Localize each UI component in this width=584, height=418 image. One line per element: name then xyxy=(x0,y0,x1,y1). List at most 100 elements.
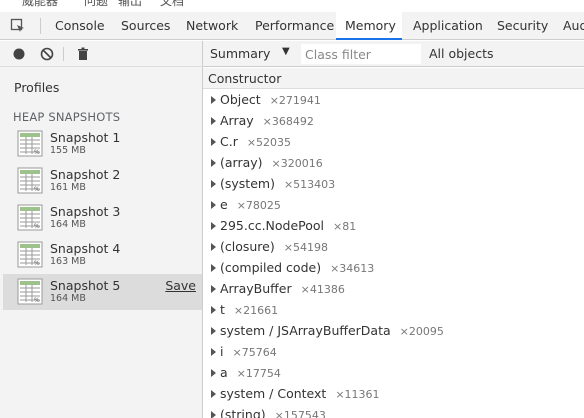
table-row[interactable]: system / JSArrayBufferData ×20095 xyxy=(203,320,584,341)
table-row[interactable]: (compiled code) ×34613 xyxy=(203,257,584,278)
snapshot-size: 164 MB xyxy=(50,219,86,230)
object-count: ×41386 xyxy=(300,283,345,296)
object-count: ×368492 xyxy=(262,115,314,128)
expand-triangle-icon[interactable] xyxy=(211,284,216,293)
expand-triangle-icon[interactable] xyxy=(211,242,216,251)
tab-security[interactable]: Security xyxy=(497,12,548,40)
table-row[interactable]: (array) ×320016 xyxy=(203,152,584,173)
expand-triangle-icon[interactable] xyxy=(211,263,216,272)
snapshot-size: 164 MB xyxy=(50,293,86,304)
top-strip-text: 输出 xyxy=(118,0,143,8)
dropdown-caret-icon[interactable]: ▼ xyxy=(282,46,290,57)
svg-text:%: % xyxy=(34,260,40,267)
svg-text:%: % xyxy=(34,186,40,193)
expand-triangle-icon[interactable] xyxy=(211,137,216,146)
object-count: ×75764 xyxy=(232,346,277,359)
object-count: ×157543 xyxy=(274,409,326,418)
expand-triangle-icon[interactable] xyxy=(211,158,216,167)
object-count: ×21661 xyxy=(233,304,279,317)
expand-triangle-icon[interactable] xyxy=(211,179,216,188)
expand-triangle-icon[interactable] xyxy=(211,347,216,356)
tab-application[interactable]: Application xyxy=(413,12,483,40)
table-row[interactable]: ArrayBuffer ×41386 xyxy=(203,278,584,299)
table-row[interactable]: 295.cc.NodePool ×81 xyxy=(203,215,584,236)
expand-triangle-icon[interactable] xyxy=(211,389,216,398)
heap-toolbar: Summary ▼ All objects xyxy=(203,41,584,67)
object-count: ×17754 xyxy=(236,367,281,380)
clear-icon[interactable] xyxy=(39,46,55,62)
expand-triangle-icon[interactable] xyxy=(211,221,216,230)
tab-sources[interactable]: Sources xyxy=(121,12,170,40)
constructor-list: Object ×271941 Array ×368492 C.r ×52035 (array… xyxy=(203,89,584,418)
snapshot-item[interactable]: % Snapshot 1 155 MB xyxy=(3,126,202,162)
record-icon[interactable] xyxy=(11,46,27,62)
snapshot-item-selected[interactable]: % Snapshot 5 164 MB Save xyxy=(3,274,202,310)
expand-triangle-icon[interactable] xyxy=(211,116,216,125)
constructor-name: e xyxy=(220,197,228,212)
table-row[interactable]: Object ×271941 xyxy=(203,89,584,110)
tab-network[interactable]: Network xyxy=(186,12,238,40)
table-row[interactable]: e ×78025 xyxy=(203,194,584,215)
snapshot-icon: % xyxy=(17,130,43,157)
constructor-column-header[interactable]: Constructor xyxy=(203,68,584,89)
devtools-window: 威能器 问题 输出 文档 Console Sources Network Per… xyxy=(0,0,584,418)
trash-icon[interactable] xyxy=(75,46,91,62)
constructor-name: a xyxy=(220,365,228,380)
table-row[interactable]: t ×21661 xyxy=(203,299,584,320)
heap-snapshots-heading: HEAP SNAPSHOTS xyxy=(13,110,121,124)
constructor-name: (system) xyxy=(220,176,275,191)
table-row[interactable]: a ×17754 xyxy=(203,362,584,383)
constructor-name: 295.cc.NodePool xyxy=(220,218,325,233)
snapshot-item[interactable]: % Snapshot 4 163 MB xyxy=(3,237,202,273)
table-row[interactable]: (system) ×513403 xyxy=(203,173,584,194)
table-row[interactable]: C.r ×52035 xyxy=(203,131,584,152)
profiles-sidebar: Profiles HEAP SNAPSHOTS % Snapshot 1 155… xyxy=(0,41,203,418)
scope-select[interactable]: All objects xyxy=(429,46,494,61)
expand-triangle-icon[interactable] xyxy=(211,200,216,209)
top-strip-text: 问题 xyxy=(84,0,109,8)
view-select[interactable]: Summary xyxy=(210,46,270,61)
tab-console[interactable]: Console xyxy=(55,12,105,40)
table-row[interactable]: (closure) ×54198 xyxy=(203,236,584,257)
snapshot-name: Snapshot 3 xyxy=(50,204,121,219)
tab-memory[interactable]: Memory xyxy=(336,12,402,40)
top-strip-text: 威能器 xyxy=(22,0,59,8)
snapshot-item[interactable]: % Snapshot 3 164 MB xyxy=(3,200,202,236)
tab-audits[interactable]: Aud xyxy=(563,12,584,40)
table-row[interactable]: Array ×368492 xyxy=(203,110,584,131)
object-count: ×20095 xyxy=(399,325,444,338)
snapshot-icon: % xyxy=(17,241,43,268)
expand-triangle-icon[interactable] xyxy=(211,368,216,377)
inspect-element-icon[interactable] xyxy=(10,18,26,34)
top-strip: 威能器 问题 输出 文档 xyxy=(0,0,584,12)
svg-text:%: % xyxy=(34,297,40,304)
main-tab-bar: Console Sources Network Performance Memo… xyxy=(0,12,584,40)
constructor-name: (compiled code) xyxy=(220,260,322,275)
table-row[interactable]: (string) ×157543 xyxy=(203,404,584,418)
snapshot-item[interactable]: % Snapshot 2 161 MB xyxy=(3,163,202,199)
toolbar-divider xyxy=(63,47,64,61)
object-count: ×513403 xyxy=(283,178,336,191)
object-count: ×11361 xyxy=(335,388,380,401)
table-row[interactable]: system / Context ×11361 xyxy=(203,383,584,404)
table-row[interactable]: i ×75764 xyxy=(203,341,584,362)
expand-triangle-icon[interactable] xyxy=(211,95,216,104)
snapshot-icon: % xyxy=(17,278,43,305)
profiles-title: Profiles xyxy=(14,80,60,95)
snapshot-name: Snapshot 4 xyxy=(50,241,121,256)
constructor-name: i xyxy=(220,344,224,359)
snapshot-size: 161 MB xyxy=(50,182,86,193)
save-snapshot-link[interactable]: Save xyxy=(165,278,196,293)
expand-triangle-icon[interactable] xyxy=(211,305,216,314)
constructor-name: system / JSArrayBufferData xyxy=(220,323,391,338)
constructor-name: ArrayBuffer xyxy=(220,281,292,296)
tabbar-divider xyxy=(40,18,41,34)
snapshot-name: Snapshot 1 xyxy=(50,130,121,145)
constructor-name: Array xyxy=(220,113,254,128)
tab-performance[interactable]: Performance xyxy=(255,12,334,40)
expand-triangle-icon[interactable] xyxy=(211,326,216,335)
expand-triangle-icon[interactable] xyxy=(211,410,216,418)
object-count: ×320016 xyxy=(271,157,323,170)
class-filter-input[interactable] xyxy=(301,44,421,64)
object-count: ×78025 xyxy=(236,199,281,212)
